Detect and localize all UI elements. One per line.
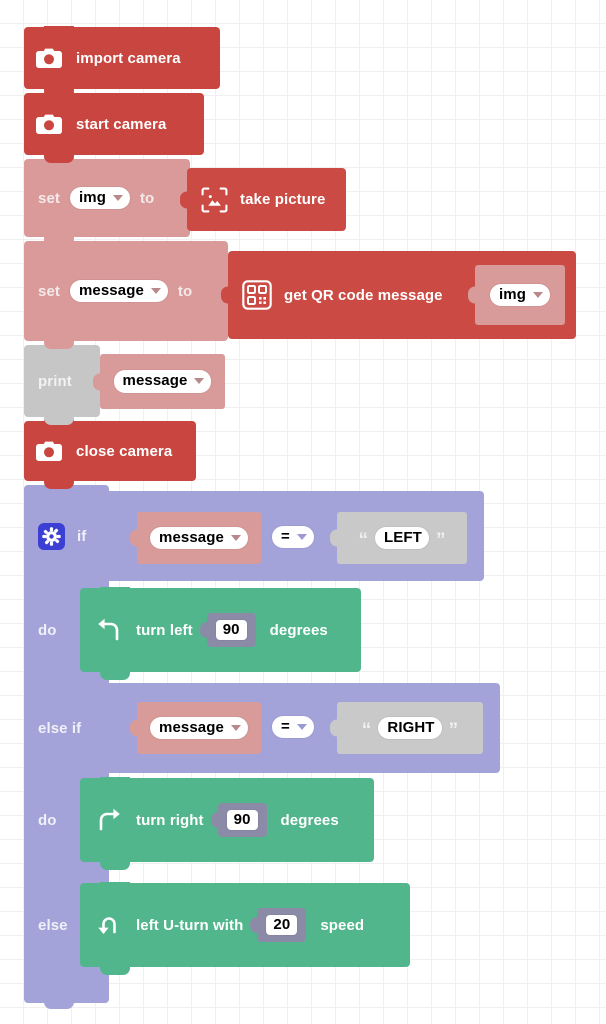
variable-name: message: [78, 281, 144, 299]
condition-right-text[interactable]: “ RIGHT ”: [337, 702, 483, 754]
block-set-message[interactable]: set message to: [24, 240, 228, 349]
block-import-camera[interactable]: import camera: [24, 26, 220, 97]
else-label: else: [38, 916, 68, 934]
camera-icon: [36, 113, 62, 135]
u-turn-icon: [96, 912, 122, 938]
operator-symbol: =: [281, 528, 290, 545]
do-label: do: [38, 811, 57, 829]
block-start-camera[interactable]: start camera: [24, 92, 204, 163]
block-print[interactable]: print: [24, 344, 100, 425]
block-close-camera[interactable]: close camera: [24, 420, 196, 489]
turn-right-icon: [96, 807, 122, 833]
variable-name: img: [78, 188, 106, 206]
variable-dropdown-img[interactable]: img: [69, 186, 130, 210]
number-field[interactable]: 20: [266, 914, 298, 936]
block-turn-right[interactable]: turn right 90 degrees: [80, 777, 374, 870]
variable-dropdown-message[interactable]: message: [150, 526, 248, 550]
chevron-down-icon: [296, 723, 307, 730]
variable-name: message: [159, 528, 224, 546]
condition-left-message[interactable]: message: [137, 702, 261, 754]
condition-operator[interactable]: =: [272, 526, 314, 549]
operator-symbol: =: [281, 718, 290, 735]
to-label: to: [139, 189, 155, 207]
else-if-label: else if: [38, 719, 82, 737]
number-socket[interactable]: 90: [206, 612, 256, 648]
block-label-before: left U-turn with: [136, 916, 244, 934]
condition-left-message[interactable]: message: [137, 512, 261, 564]
number-field[interactable]: 90: [215, 619, 247, 641]
chevron-down-icon: [230, 534, 241, 541]
camera-icon: [36, 47, 62, 69]
camera-icon: [36, 440, 62, 462]
set-label: set: [38, 282, 60, 300]
operator-dropdown[interactable]: =: [272, 716, 314, 739]
block-label: get QR code message: [284, 286, 443, 304]
block-label-before: turn left: [136, 621, 193, 639]
block-variable-message-arg[interactable]: message: [100, 354, 225, 409]
block-label-before: turn right: [136, 811, 204, 829]
qr-code-icon: [242, 280, 272, 310]
variable-dropdown-message[interactable]: message: [150, 716, 248, 740]
variable-dropdown-img[interactable]: img: [490, 283, 550, 307]
variable-dropdown-message[interactable]: message: [69, 279, 168, 303]
chevron-down-icon: [194, 378, 205, 384]
take-picture-icon: [201, 187, 228, 213]
block-turn-left[interactable]: turn left 90 degrees: [80, 587, 361, 680]
else-if-row: else if: [24, 703, 124, 753]
block-label: close camera: [76, 442, 173, 460]
block-label: start camera: [76, 115, 167, 133]
do-label: do: [38, 621, 57, 639]
variable-dropdown-message[interactable]: message: [113, 370, 212, 393]
block-label: import camera: [76, 49, 181, 67]
variable-name: message: [122, 372, 188, 390]
chevron-down-icon: [230, 724, 241, 731]
condition-right-text[interactable]: “ LEFT ”: [337, 512, 467, 564]
text-value-field[interactable]: LEFT: [375, 526, 429, 550]
print-label: print: [38, 372, 72, 390]
if-label: if: [77, 527, 87, 545]
variable-name: message: [159, 718, 224, 736]
chevron-down-icon: [532, 291, 543, 298]
block-variable-img-arg[interactable]: img: [475, 265, 565, 325]
turn-left-icon: [96, 617, 122, 643]
block-set-img[interactable]: set img to: [24, 158, 190, 245]
chevron-down-icon: [150, 287, 161, 294]
operator-dropdown[interactable]: =: [272, 526, 314, 549]
chevron-down-icon: [296, 533, 307, 540]
block-left-u-turn[interactable]: left U-turn with 20 speed: [80, 882, 410, 975]
variable-name: img: [499, 285, 526, 303]
text-value-field[interactable]: RIGHT: [378, 716, 442, 740]
blockly-workspace[interactable]: import camera start camera set img to ta…: [0, 0, 606, 1024]
number-socket[interactable]: 90: [217, 802, 267, 838]
chevron-down-icon: [112, 194, 123, 201]
gear-icon[interactable]: [38, 522, 65, 550]
if-else-bottom-notch: [44, 1000, 74, 1009]
condition-operator[interactable]: =: [272, 716, 314, 739]
to-label: to: [177, 282, 193, 300]
block-take-picture[interactable]: take picture: [187, 168, 346, 231]
number-field[interactable]: 90: [226, 809, 258, 831]
block-label-after: degrees: [280, 811, 339, 829]
block-label-after: degrees: [269, 621, 328, 639]
if-row: if: [24, 510, 134, 562]
block-label: take picture: [240, 191, 326, 208]
set-label: set: [38, 189, 60, 207]
block-label-after: speed: [320, 916, 365, 934]
number-socket[interactable]: 20: [257, 907, 307, 943]
